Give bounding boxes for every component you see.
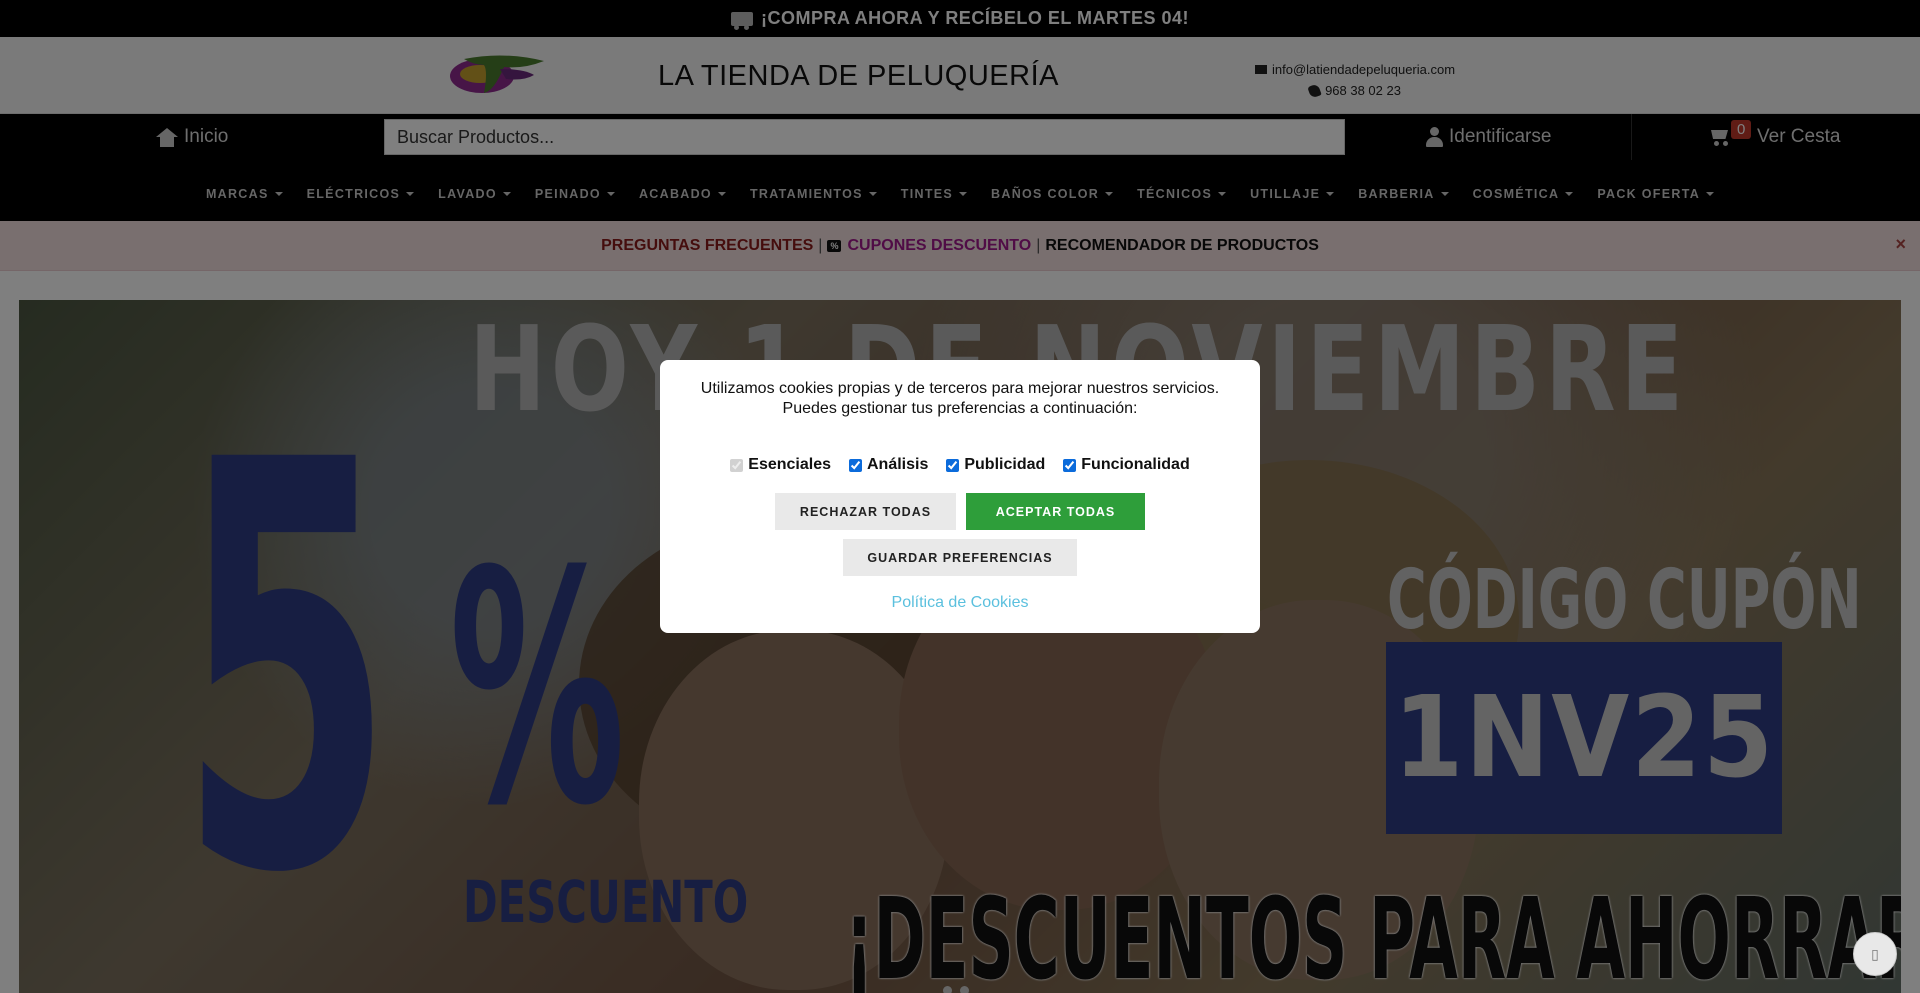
- pref-funcionalidad[interactable]: Funcionalidad: [1063, 456, 1190, 474]
- save-preferences-button[interactable]: GUARDAR PREFERENCIAS: [843, 539, 1077, 576]
- pref-funcionalidad-checkbox[interactable]: [1063, 458, 1077, 472]
- cookie-preferences: Esenciales Análisis Publicidad Funcional…: [660, 456, 1260, 474]
- cookie-dialog: Utilizamos cookies propias y de terceros…: [660, 360, 1260, 633]
- scroll-top-button[interactable]: ▯: [1853, 932, 1897, 976]
- pref-analisis-checkbox[interactable]: [849, 458, 862, 472]
- pref-esenciales-checkbox[interactable]: [730, 458, 744, 472]
- pref-label: Publicidad: [964, 456, 1046, 473]
- pref-label: Funcionalidad: [1081, 456, 1190, 473]
- pref-publicidad[interactable]: Publicidad: [946, 456, 1045, 474]
- pref-analisis[interactable]: Análisis: [849, 456, 928, 474]
- pref-publicidad-checkbox[interactable]: [946, 458, 960, 472]
- pref-label: Análisis: [867, 456, 929, 473]
- cookie-message-line-1: Utilizamos cookies propias y de terceros…: [700, 380, 1220, 397]
- reject-all-button[interactable]: RECHAZAR TODAS: [775, 493, 956, 530]
- arrow-up-icon: ▯: [1871, 945, 1879, 962]
- pref-label: Esenciales: [748, 456, 831, 473]
- pref-esenciales[interactable]: Esenciales: [730, 456, 831, 474]
- accept-all-button[interactable]: ACEPTAR TODAS: [966, 493, 1145, 530]
- cookie-message-line-2: Puedes gestionar tus preferencias a cont…: [782, 400, 1138, 417]
- cookie-policy-link[interactable]: Política de Cookies: [892, 594, 1029, 612]
